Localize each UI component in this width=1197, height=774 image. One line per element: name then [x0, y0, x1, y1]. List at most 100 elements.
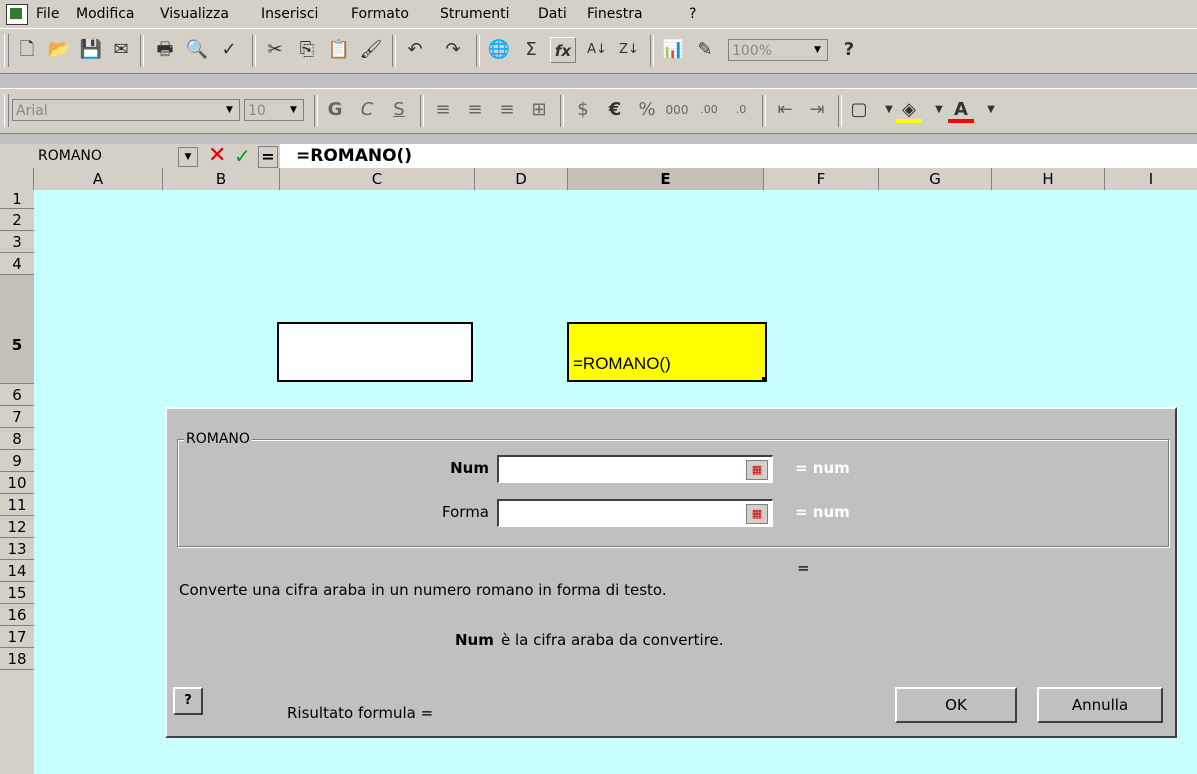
align-right-icon[interactable]: ≡: [494, 97, 520, 123]
redo-icon[interactable]: ↷: [440, 37, 466, 63]
row-header[interactable]: 8: [0, 428, 34, 450]
column-header[interactable]: I: [1105, 168, 1197, 190]
column-header[interactable]: D: [475, 168, 568, 190]
column-header[interactable]: E: [568, 168, 764, 190]
row-header[interactable]: 1: [0, 190, 34, 209]
cut-icon[interactable]: ✂: [262, 37, 288, 63]
row-header[interactable]: 12: [0, 516, 34, 538]
ok-button[interactable]: OK: [895, 687, 1017, 723]
row-header[interactable]: 4: [0, 253, 34, 275]
save-icon[interactable]: 💾: [78, 37, 104, 63]
menu-finestra[interactable]: Finestra: [587, 6, 643, 22]
paste-icon[interactable]: 📋: [326, 37, 352, 63]
zoom-combo[interactable]: 100% ▼: [728, 39, 828, 61]
copy-icon[interactable]: ⎘: [294, 37, 320, 63]
font-combo[interactable]: Arial ▼: [12, 99, 240, 121]
format-painter-icon[interactable]: 🖌: [358, 37, 384, 63]
percent-icon[interactable]: %: [634, 97, 660, 123]
enter-icon[interactable]: ✓: [234, 144, 251, 168]
undo-icon[interactable]: ↶: [402, 37, 428, 63]
chevron-down-icon[interactable]: ▼: [978, 97, 1004, 123]
open-icon[interactable]: 📂: [46, 37, 72, 63]
decrease-indent-icon[interactable]: ⇤: [772, 97, 798, 123]
mail-icon[interactable]: ✉: [108, 37, 134, 63]
hyperlink-icon[interactable]: 🌐: [486, 37, 512, 63]
column-header[interactable]: B: [163, 168, 280, 190]
toolbar-handle[interactable]: [4, 34, 9, 67]
euro-icon[interactable]: €: [602, 97, 628, 123]
autosum-icon[interactable]: Σ: [518, 37, 544, 63]
menu-formato[interactable]: Formato: [351, 6, 409, 22]
row-header[interactable]: 16: [0, 604, 34, 626]
column-header[interactable]: A: [34, 168, 163, 190]
row-header[interactable]: 7: [0, 406, 34, 428]
formula-input[interactable]: =ROMANO(): [280, 144, 1197, 168]
increase-indent-icon[interactable]: ⇥: [804, 97, 830, 123]
edit-formula-button[interactable]: =: [258, 146, 278, 168]
chart-icon[interactable]: 📊: [660, 37, 686, 63]
menu-visualizza[interactable]: Visualizza: [160, 6, 229, 22]
menu-help[interactable]: ?: [689, 6, 696, 22]
italic-icon[interactable]: C: [354, 97, 380, 123]
print-preview-icon[interactable]: 🔍: [184, 37, 210, 63]
thousands-icon[interactable]: 000: [664, 97, 690, 123]
function-icon[interactable]: fx: [550, 37, 576, 63]
cancel-button[interactable]: Annulla: [1037, 687, 1163, 723]
sort-asc-icon[interactable]: A↓: [584, 37, 610, 63]
row-header[interactable]: 14: [0, 560, 34, 582]
font-color-icon[interactable]: A: [948, 97, 974, 123]
chevron-down-icon[interactable]: ▼: [222, 103, 237, 117]
help-icon[interactable]: ?: [173, 687, 203, 715]
chevron-down-icon[interactable]: ▼: [810, 43, 825, 57]
spelling-icon[interactable]: ✓: [216, 37, 242, 63]
row-header[interactable]: 3: [0, 231, 34, 253]
select-all-corner[interactable]: [0, 168, 34, 190]
row-header[interactable]: 18: [0, 648, 34, 670]
merge-center-icon[interactable]: ⊞: [526, 97, 552, 123]
currency-icon[interactable]: $: [570, 97, 596, 123]
new-icon[interactable]: 🗋: [14, 37, 40, 63]
bold-icon[interactable]: G: [322, 97, 348, 123]
cell-c5[interactable]: [277, 322, 473, 382]
font-size-combo[interactable]: 10 ▼: [244, 99, 304, 121]
help-icon[interactable]: ?: [836, 37, 862, 63]
row-header[interactable]: 13: [0, 538, 34, 560]
align-left-icon[interactable]: ≡: [430, 97, 456, 123]
row-header[interactable]: 17: [0, 626, 34, 648]
underline-icon[interactable]: S: [386, 97, 412, 123]
decrease-decimal-icon[interactable]: .0: [728, 97, 754, 123]
collapse-dialog-icon[interactable]: ▦: [746, 504, 768, 524]
cancel-icon[interactable]: ✕: [208, 144, 226, 168]
row-header[interactable]: 9: [0, 450, 34, 472]
fill-color-icon[interactable]: ◈: [896, 97, 922, 123]
row-header[interactable]: 5: [0, 275, 34, 384]
column-header[interactable]: C: [280, 168, 475, 190]
toolbar-handle[interactable]: [4, 94, 9, 127]
align-center-icon[interactable]: ≡: [462, 97, 488, 123]
num-field[interactable]: ▦: [497, 455, 773, 483]
row-header[interactable]: 2: [0, 209, 34, 231]
column-header[interactable]: G: [879, 168, 992, 190]
fill-handle[interactable]: [762, 377, 767, 382]
increase-decimal-icon[interactable]: .00: [696, 97, 722, 123]
row-header[interactable]: 6: [0, 384, 34, 406]
column-header[interactable]: H: [992, 168, 1105, 190]
menu-inserisci[interactable]: Inserisci: [261, 6, 318, 22]
drawing-icon[interactable]: ✎: [692, 37, 718, 63]
cell-e5[interactable]: =ROMANO(): [567, 322, 767, 382]
forma-field[interactable]: ▦: [497, 499, 773, 527]
excel-icon[interactable]: [6, 4, 28, 25]
menu-dati[interactable]: Dati: [538, 6, 567, 22]
menu-modifica[interactable]: Modifica: [76, 6, 135, 22]
chevron-down-icon[interactable]: ▼: [178, 147, 198, 167]
menu-strumenti[interactable]: Strumenti: [440, 6, 510, 22]
menu-file[interactable]: File: [36, 6, 59, 22]
sort-desc-icon[interactable]: Z↓: [616, 37, 642, 63]
column-header[interactable]: F: [764, 168, 879, 190]
row-header[interactable]: 15: [0, 582, 34, 604]
name-box[interactable]: ROMANO: [38, 146, 198, 166]
chevron-down-icon[interactable]: ▼: [286, 103, 301, 117]
print-icon[interactable]: 🖶: [152, 37, 178, 63]
borders-icon[interactable]: ▢: [846, 97, 872, 123]
row-header[interactable]: 10: [0, 472, 34, 494]
